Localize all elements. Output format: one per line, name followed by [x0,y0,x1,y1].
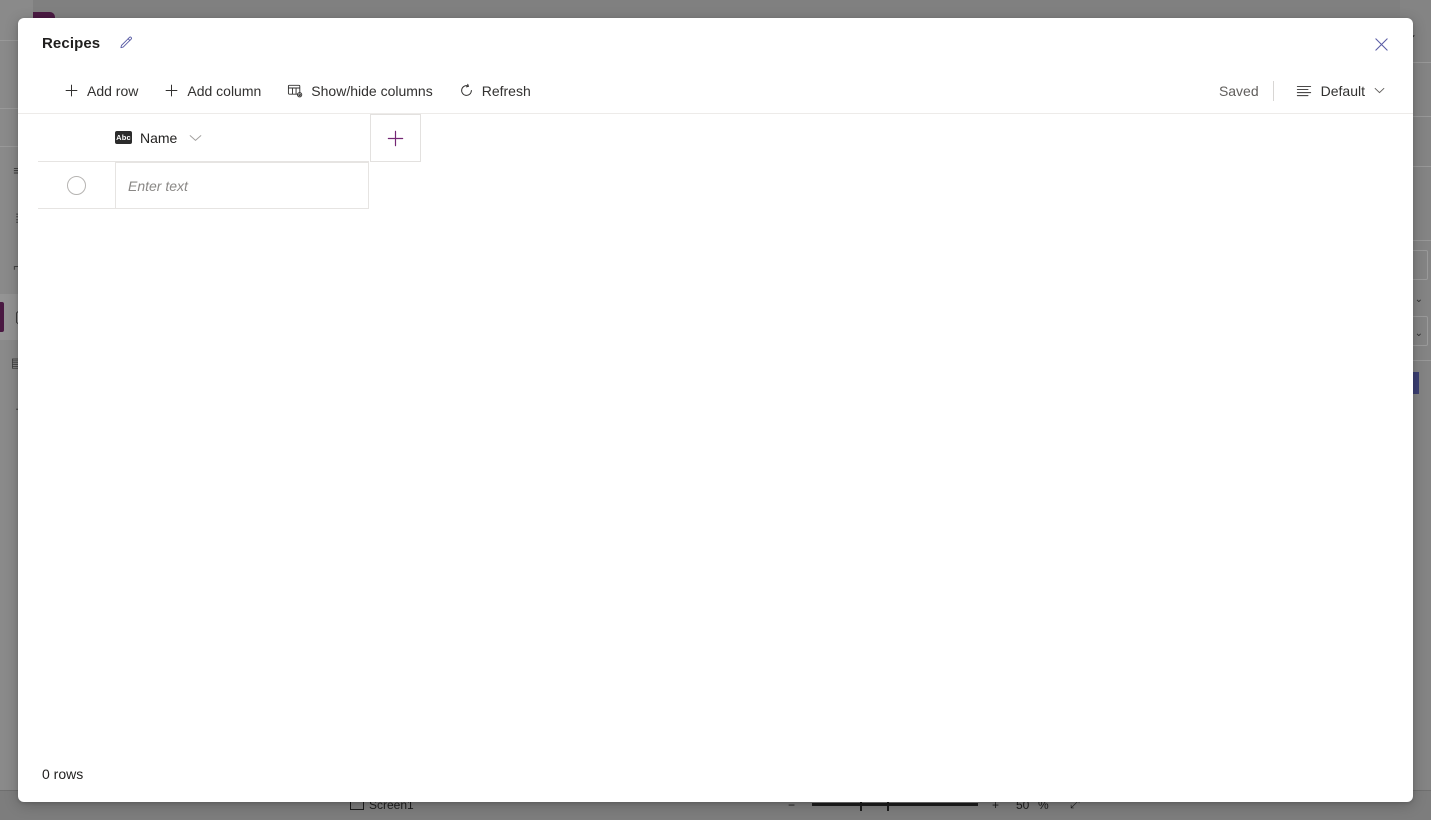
show-hide-columns-label: Show/hide columns [311,82,433,99]
chevron-down-icon [1374,87,1385,94]
view-selector-label: Default [1320,82,1365,99]
zoom-slider[interactable] [812,803,978,806]
row-select-cell[interactable] [38,162,115,209]
view-selector[interactable]: Default [1288,77,1393,105]
dialog-footer: 0 rows [18,746,1413,802]
dialog-toolbar: Add row Add column Show/hide columns Ref… [18,68,1413,114]
chevron-down-icon[interactable] [189,134,202,142]
dialog-body: Abc Name [18,114,1413,746]
saved-status: Saved [1218,82,1259,99]
list-view-icon [1296,84,1312,98]
refresh-label: Refresh [481,82,531,99]
grid-cell-name[interactable] [115,162,369,209]
chevron-icon[interactable]: ⌄ [1415,294,1423,305]
grid-header-row: Abc Name [38,114,421,162]
add-column-label: Add column [187,82,262,99]
row-count-label: 0 rows [42,766,84,782]
name-input[interactable] [126,176,358,195]
toolbar-right-group: Saved Default [1219,77,1393,105]
column-header-label: Name [140,129,178,146]
plus-icon [164,83,179,98]
chevron-icon[interactable]: ⌄ [1415,328,1423,339]
grid-new-row [38,162,369,209]
rail-selected-indicator [0,302,4,332]
toolbar-divider [1272,80,1274,101]
close-icon[interactable] [1367,30,1395,58]
column-header-name[interactable]: Abc Name [115,114,369,162]
show-hide-columns-button[interactable]: Show/hide columns [277,77,442,105]
plus-icon [386,129,405,148]
columns-settings-icon [287,83,303,99]
add-column-grid-button[interactable] [370,114,421,162]
row-select-radio[interactable] [67,175,86,195]
grid-select-column-header [38,114,115,162]
refresh-button[interactable]: Refresh [449,77,541,105]
pencil-icon[interactable] [114,32,136,54]
page-title: Recipes [42,34,101,52]
plus-icon [64,83,79,98]
add-row-label: Add row [87,82,139,99]
refresh-icon [459,83,474,98]
recipes-table-dialog: Recipes Add row Add column Show/hide col… [18,18,1413,802]
text-type-icon: Abc [115,131,132,144]
dialog-header: Recipes [18,18,1413,68]
add-column-button[interactable]: Add column [154,77,271,105]
add-row-button[interactable]: Add row [54,77,148,105]
